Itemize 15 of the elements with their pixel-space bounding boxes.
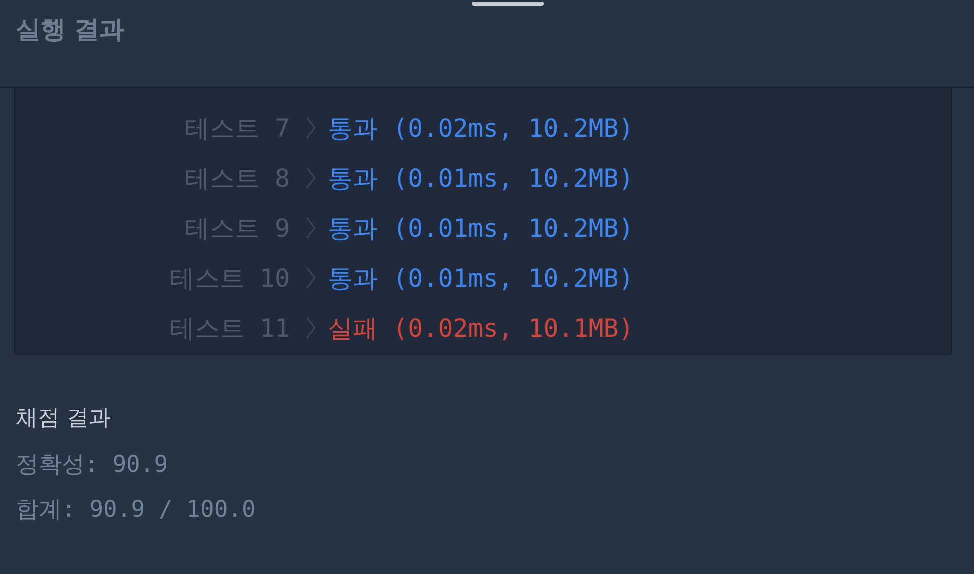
chevron-icon (306, 167, 316, 189)
test-result: 통과 (0.01ms, 10.2MB) (328, 262, 634, 294)
chevron-icon (306, 117, 316, 139)
score-line: 합계: 90.9 / 100.0 (16, 496, 257, 525)
chevron-icon (306, 317, 316, 339)
chevron-icon (306, 217, 316, 239)
score-line: 정확성: 90.9 (16, 451, 170, 480)
test-result: 통과 (0.01ms, 10.2MB) (328, 212, 634, 244)
panel-title: 실행 결과 (16, 14, 125, 46)
chevron-icon (306, 267, 316, 289)
test-result: 실패 (0.02ms, 10.1MB) (328, 312, 634, 344)
test-result: 통과 (0.02ms, 10.2MB) (328, 112, 634, 144)
drag-handle[interactable] (472, 2, 544, 6)
grading-title: 채점 결과 (16, 405, 112, 433)
test-result: 통과 (0.01ms, 10.2MB) (328, 162, 634, 194)
